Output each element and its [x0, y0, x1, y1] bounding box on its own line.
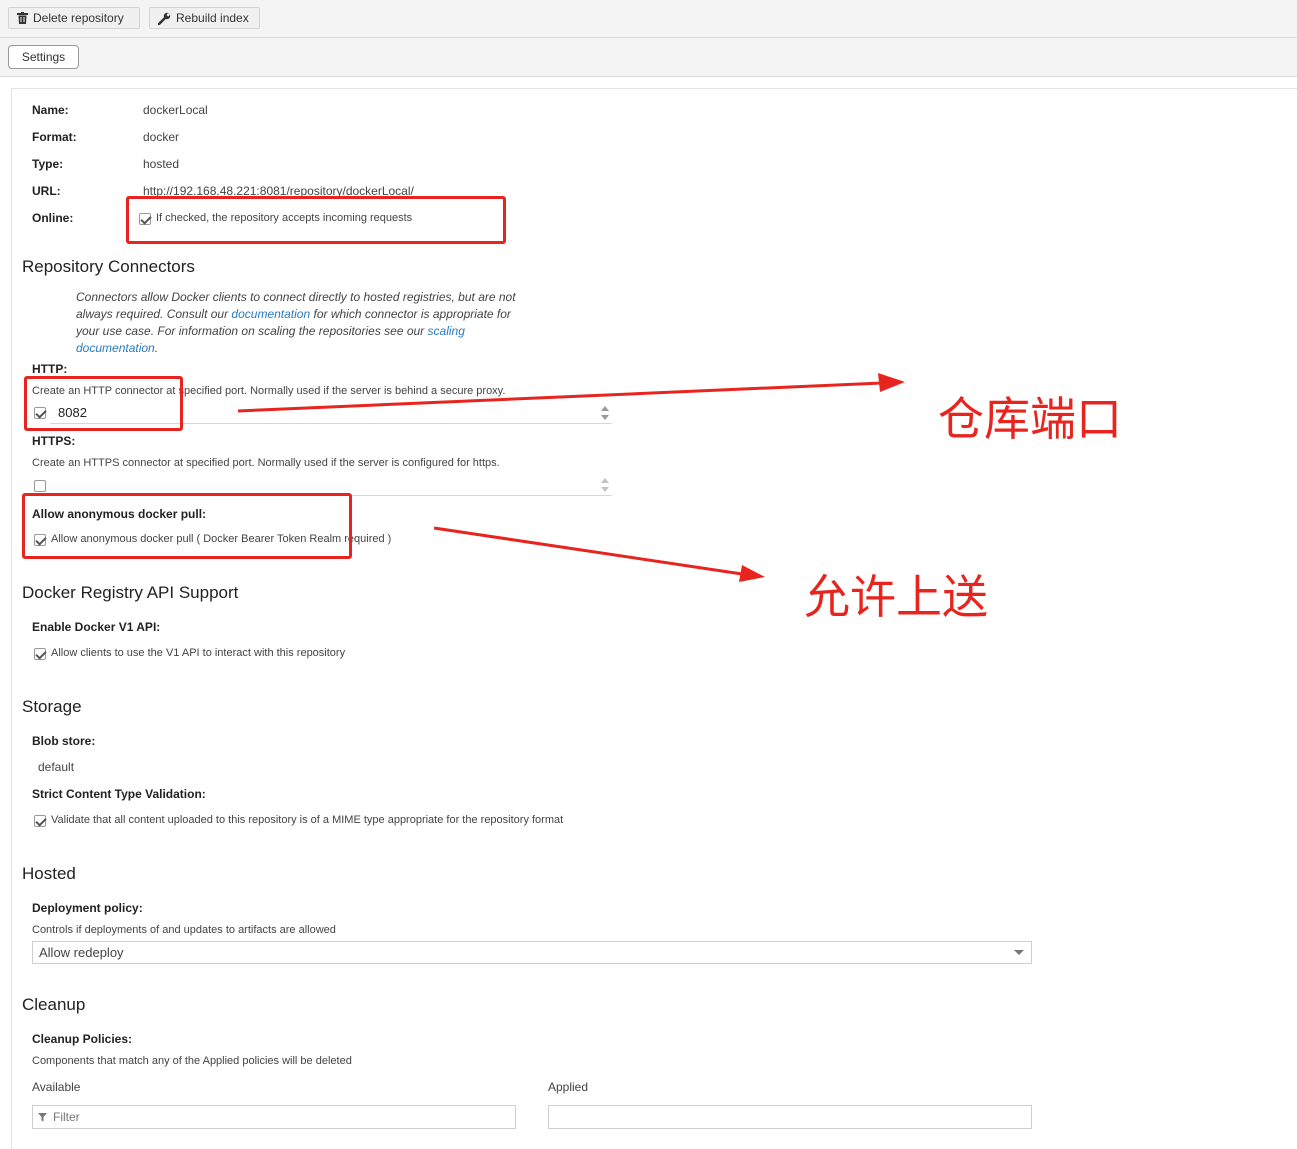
port-annotation-text: 仓库端口: [938, 392, 1122, 446]
annotation-arrows: [237, 373, 905, 582]
push-arrow-line: [433, 526, 743, 576]
push-arrow-head: [739, 565, 765, 582]
port-arrow-line: [237, 381, 883, 413]
push-annotation-text: 允许上送: [804, 570, 988, 624]
port-arrow-head: [878, 373, 905, 392]
